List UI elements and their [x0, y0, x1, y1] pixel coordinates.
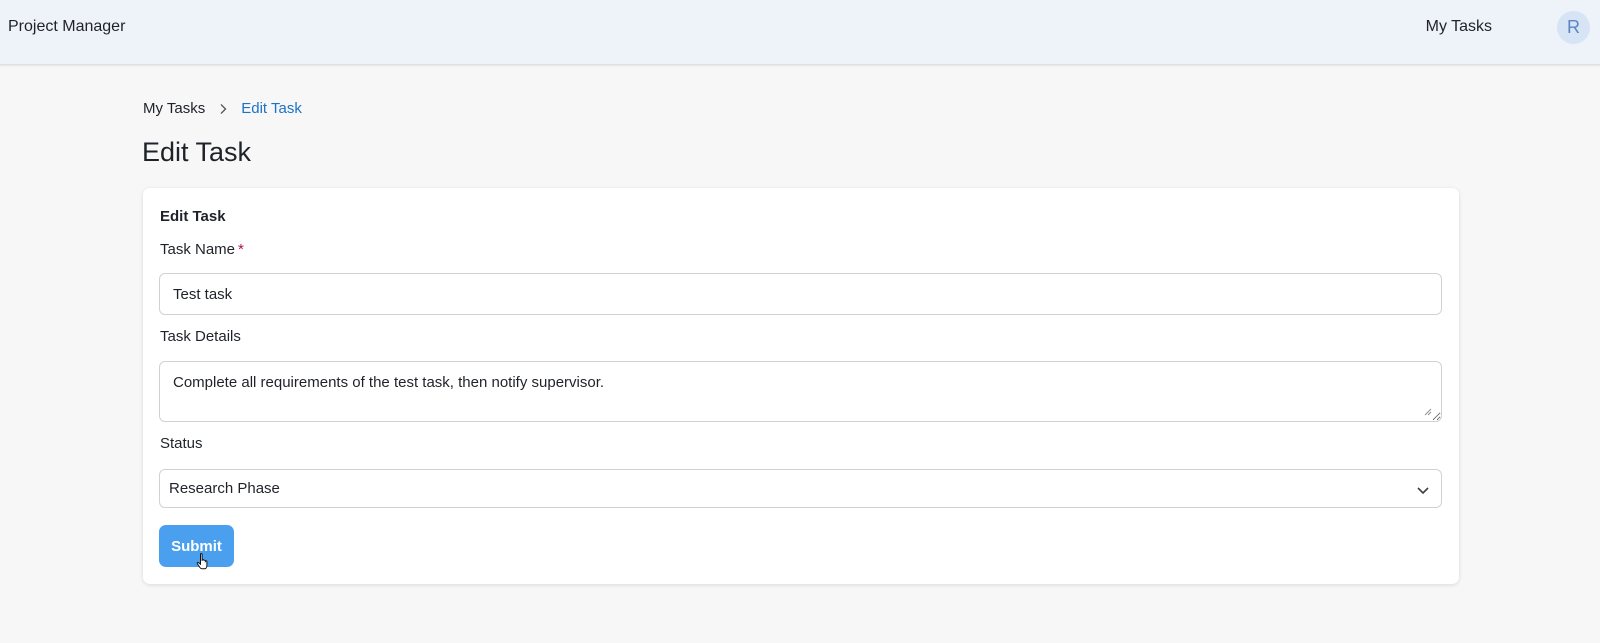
edit-task-card: Edit Task Task Name* Task Details Comple… [143, 188, 1459, 584]
task-details-textarea[interactable]: Complete all requirements of the test ta… [159, 361, 1442, 422]
page-title: Edit Task [142, 137, 252, 167]
task-name-label-text: Task Name [160, 241, 236, 258]
task-details-label: Task Details [160, 328, 241, 345]
chevron-right-icon [217, 103, 229, 115]
breadcrumb-edit-task[interactable]: Edit Task [241, 100, 302, 117]
breadcrumb: My Tasks Edit Task [143, 100, 302, 117]
task-name-label: Task Name * [160, 241, 244, 258]
user-avatar[interactable]: R [1557, 11, 1590, 44]
hand-pointer-icon [196, 553, 208, 570]
required-marker: * [238, 241, 244, 258]
form-title: Edit Task [160, 208, 226, 225]
breadcrumb-my-tasks[interactable]: My Tasks [143, 100, 205, 117]
resize-grip-icon[interactable] [1424, 408, 1432, 416]
status-selected-value: Research Phase [169, 480, 280, 497]
status-select[interactable]: Research Phase [159, 469, 1442, 508]
chevron-down-icon [1417, 487, 1429, 495]
task-details-wrapper: Complete all requirements of the test ta… [159, 361, 1442, 422]
status-label: Status [160, 435, 203, 452]
app-title[interactable]: Project Manager [8, 18, 125, 36]
nav-my-tasks-link[interactable]: My Tasks [1426, 18, 1492, 36]
task-name-input[interactable] [159, 273, 1442, 315]
top-navbar: Project Manager My Tasks R [0, 0, 1600, 65]
